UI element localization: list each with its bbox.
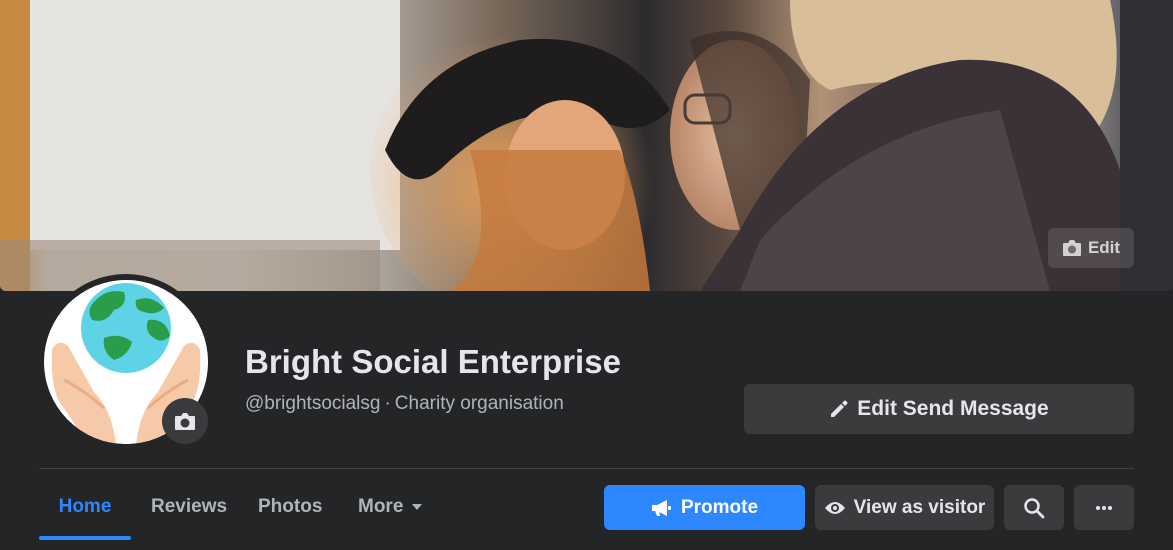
- ellipsis-icon: [1096, 505, 1112, 510]
- caret-down-icon: [412, 504, 423, 510]
- tab-reviews[interactable]: Reviews: [151, 485, 227, 545]
- page-category[interactable]: Charity organisation: [395, 393, 564, 414]
- edit-cover-button[interactable]: Edit: [1048, 228, 1134, 268]
- pencil-icon: [831, 400, 848, 417]
- tab-more-label: More: [358, 496, 404, 517]
- edit-send-message-label: Edit Send Message: [857, 397, 1049, 420]
- camera-icon: [1062, 240, 1081, 256]
- cover-photo-image: [0, 0, 1173, 291]
- separator: ·: [384, 393, 391, 414]
- tab-more[interactable]: More: [358, 485, 423, 545]
- tab-home[interactable]: Home: [39, 485, 131, 545]
- promote-label: Promote: [680, 496, 759, 518]
- page-title: Bright Social Enterprise: [245, 343, 621, 380]
- search-button[interactable]: [1004, 485, 1064, 530]
- page-subtitle: @brightsocialsg · Charity organisation: [245, 393, 564, 415]
- update-avatar-button[interactable]: [162, 398, 208, 444]
- divider: [39, 468, 1134, 469]
- search-icon: [1024, 497, 1045, 518]
- tab-photos[interactable]: Photos: [258, 485, 322, 545]
- edit-send-message-button[interactable]: Edit Send Message: [744, 384, 1134, 434]
- view-as-visitor-label: View as visitor: [853, 496, 986, 518]
- eye-icon: [824, 501, 845, 514]
- page-header: Edit Bright Social Enterprise @brightsoc…: [0, 0, 1173, 550]
- edit-cover-label: Edit: [1087, 238, 1121, 257]
- view-as-visitor-button[interactable]: View as visitor: [815, 485, 994, 530]
- megaphone-icon: [651, 499, 671, 516]
- cover-photo[interactable]: Edit: [0, 0, 1173, 291]
- tab-home-label: Home: [58, 496, 112, 517]
- tab-photos-label: Photos: [258, 496, 323, 517]
- promote-button[interactable]: Promote: [604, 485, 805, 530]
- page-handle: @brightsocialsg: [245, 393, 381, 414]
- tab-reviews-label: Reviews: [151, 496, 228, 517]
- camera-icon: [175, 412, 195, 430]
- more-options-button[interactable]: [1074, 485, 1134, 530]
